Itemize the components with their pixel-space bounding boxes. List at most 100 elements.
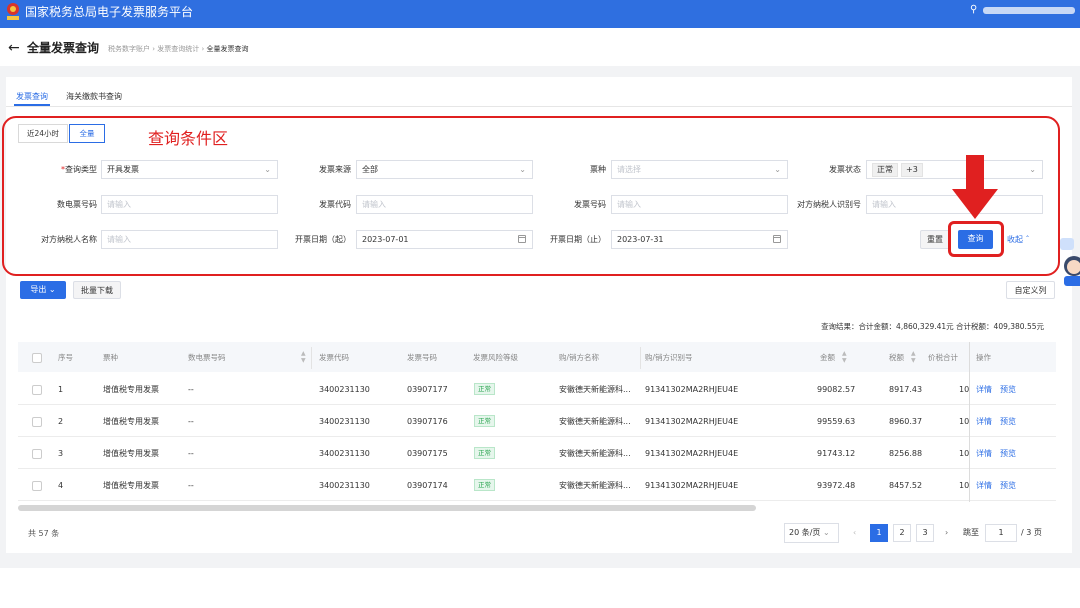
col-header-no: 序号 (58, 353, 73, 362)
date-end-picker[interactable]: 2023-07-31 (611, 230, 788, 249)
col-header-name: 购/销方名称 (559, 353, 600, 362)
detail-link[interactable]: 详情 (976, 481, 992, 491)
prev-page-icon[interactable]: ‹ (853, 528, 856, 538)
select-all-checkbox[interactable] (32, 353, 42, 363)
sort-icon[interactable]: ▲ ▼ (842, 350, 847, 364)
page-1-button[interactable]: 1 (870, 524, 888, 542)
row-checkbox[interactable] (32, 417, 42, 427)
page-title: 全量发票查询 (27, 41, 100, 55)
tab-divider (6, 106, 1072, 107)
cell-kind: 增值税专用发票 (103, 385, 159, 394)
preview-link[interactable]: 预览 (1000, 385, 1016, 395)
cell-name: 安徽德天新能源科... (559, 449, 631, 458)
goto-page-input[interactable]: 1 (985, 524, 1017, 542)
fixed-column-divider (969, 342, 970, 502)
breadcrumb-item[interactable]: 税务数字账户 (108, 45, 150, 53)
assistant-avatar-icon[interactable] (1058, 236, 1080, 288)
kind-select[interactable]: 请选择 ⌄ (611, 160, 788, 179)
arrow-left-icon[interactable]: ← (8, 40, 20, 56)
col-header-code: 发票代码 (319, 353, 349, 362)
page-2-button[interactable]: 2 (893, 524, 911, 542)
time-range-24h[interactable]: 近24小时 (18, 124, 68, 143)
source-select[interactable]: 全部 ⌄ (356, 160, 533, 179)
tax-emblem-icon (7, 3, 19, 20)
cell-amount: 93972.48 (817, 481, 856, 490)
collapse-label: 收起 (1007, 235, 1023, 244)
date-start-value: 2023-07-01 (362, 235, 409, 244)
user-name-blurred[interactable] (983, 7, 1075, 14)
detail-link[interactable]: 详情 (976, 449, 992, 459)
page-3-button[interactable]: 3 (916, 524, 934, 542)
query-button-highlight (948, 221, 1004, 257)
col-header-risk: 发票风险等级 (473, 353, 518, 362)
tab-customs-payment-query[interactable]: 海关缴款书查询 (66, 92, 122, 102)
e-invoice-no-input[interactable]: 请输入 (101, 195, 278, 214)
chevron-up-icon: ˆ (1025, 235, 1030, 244)
status-label: 发票状态 (829, 165, 861, 174)
cell-code: 3400231130 (319, 449, 370, 458)
cell-tax-id: 91341302MA2RHJEU4E (645, 449, 739, 458)
calendar-icon (773, 235, 781, 243)
preview-link[interactable]: 预览 (1000, 449, 1016, 459)
chevron-down-icon: ⌄ (1029, 165, 1036, 174)
page-count: / 3 页 (1021, 528, 1042, 537)
invoice-code-input[interactable]: 请输入 (356, 195, 533, 214)
cell-number: 03907176 (407, 417, 448, 426)
time-range-all[interactable]: 全量 (69, 124, 105, 143)
counterparty-name-label: 对方纳税人名称 (41, 235, 97, 244)
counterparty-name-input[interactable]: 请输入 (101, 230, 278, 249)
detail-link[interactable]: 详情 (976, 385, 992, 395)
export-button[interactable]: 导出 ⌄ (20, 281, 66, 299)
risk-badge: 正常 (474, 479, 495, 491)
reset-button[interactable]: 重置 (920, 230, 950, 249)
date-end-label: 开票日期（止） (550, 235, 606, 244)
calendar-icon (518, 235, 526, 243)
kind-label: 票种 (590, 165, 606, 174)
custom-columns-button[interactable]: 自定义列 (1006, 281, 1055, 299)
next-page-icon[interactable]: › (945, 528, 948, 538)
cell-number: 03907174 (407, 481, 448, 490)
col-header-tax-id: 购/销方识别号 (645, 353, 693, 362)
risk-badge: 正常 (474, 415, 495, 427)
cell-name: 安徽德天新能源科... (559, 385, 631, 394)
page-size-select[interactable]: 20 条/页 ⌄ (784, 523, 839, 543)
preview-link[interactable]: 预览 (1000, 417, 1016, 427)
horizontal-scrollbar[interactable] (18, 505, 756, 511)
chevron-down-icon: ⌄ (519, 165, 526, 174)
user-icon[interactable]: ⚲ (970, 5, 977, 15)
detail-link[interactable]: 详情 (976, 417, 992, 427)
query-type-label: *查询类型 (40, 165, 97, 175)
invoice-no-input[interactable]: 请输入 (611, 195, 788, 214)
cell-tax-id: 91341302MA2RHJEU4E (645, 417, 739, 426)
col-header-e-no: 数电票号码 (188, 353, 226, 362)
cell-no: 2 (58, 417, 64, 426)
query-type-label-text: 查询类型 (65, 165, 97, 174)
row-checkbox[interactable] (32, 449, 42, 459)
query-type-select[interactable]: 开具发票 ⌄ (101, 160, 278, 179)
app-title: 国家税务总局电子发票服务平台 (25, 5, 194, 19)
export-label: 导出 (30, 285, 47, 294)
sort-icon[interactable]: ▲ ▼ (301, 350, 306, 364)
cell-code: 3400231130 (319, 417, 370, 426)
row-checkbox[interactable] (32, 481, 42, 491)
row-checkbox[interactable] (32, 385, 42, 395)
cell-tax-id: 91341302MA2RHJEU4E (645, 481, 739, 490)
risk-badge: 正常 (474, 383, 495, 395)
date-start-picker[interactable]: 2023-07-01 (356, 230, 533, 249)
cell-tax: 8917.43 (889, 385, 923, 394)
cell-total: 10 (959, 449, 970, 458)
sort-icon[interactable]: ▲ ▼ (911, 350, 916, 364)
batch-download-button[interactable]: 批量下载 (73, 281, 121, 299)
kind-placeholder: 请选择 (617, 165, 641, 174)
breadcrumb-item[interactable]: 发票查询统计 (157, 45, 199, 53)
preview-link[interactable]: 预览 (1000, 481, 1016, 491)
cell-kind: 增值税专用发票 (103, 481, 159, 490)
page-size-value: 20 条/页 (789, 528, 821, 537)
cell-amount: 91743.12 (817, 449, 856, 458)
tab-invoice-query[interactable]: 发票查询 (16, 92, 48, 102)
breadcrumb: 税务数字账户 › 发票查询统计 › 全量发票查询 (108, 44, 249, 54)
cell-code: 3400231130 (319, 481, 370, 490)
collapse-toggle[interactable]: 收起 ˆ (1007, 235, 1030, 245)
total-count: 共 57 条 (28, 529, 60, 538)
cell-e-no: -- (188, 481, 194, 490)
